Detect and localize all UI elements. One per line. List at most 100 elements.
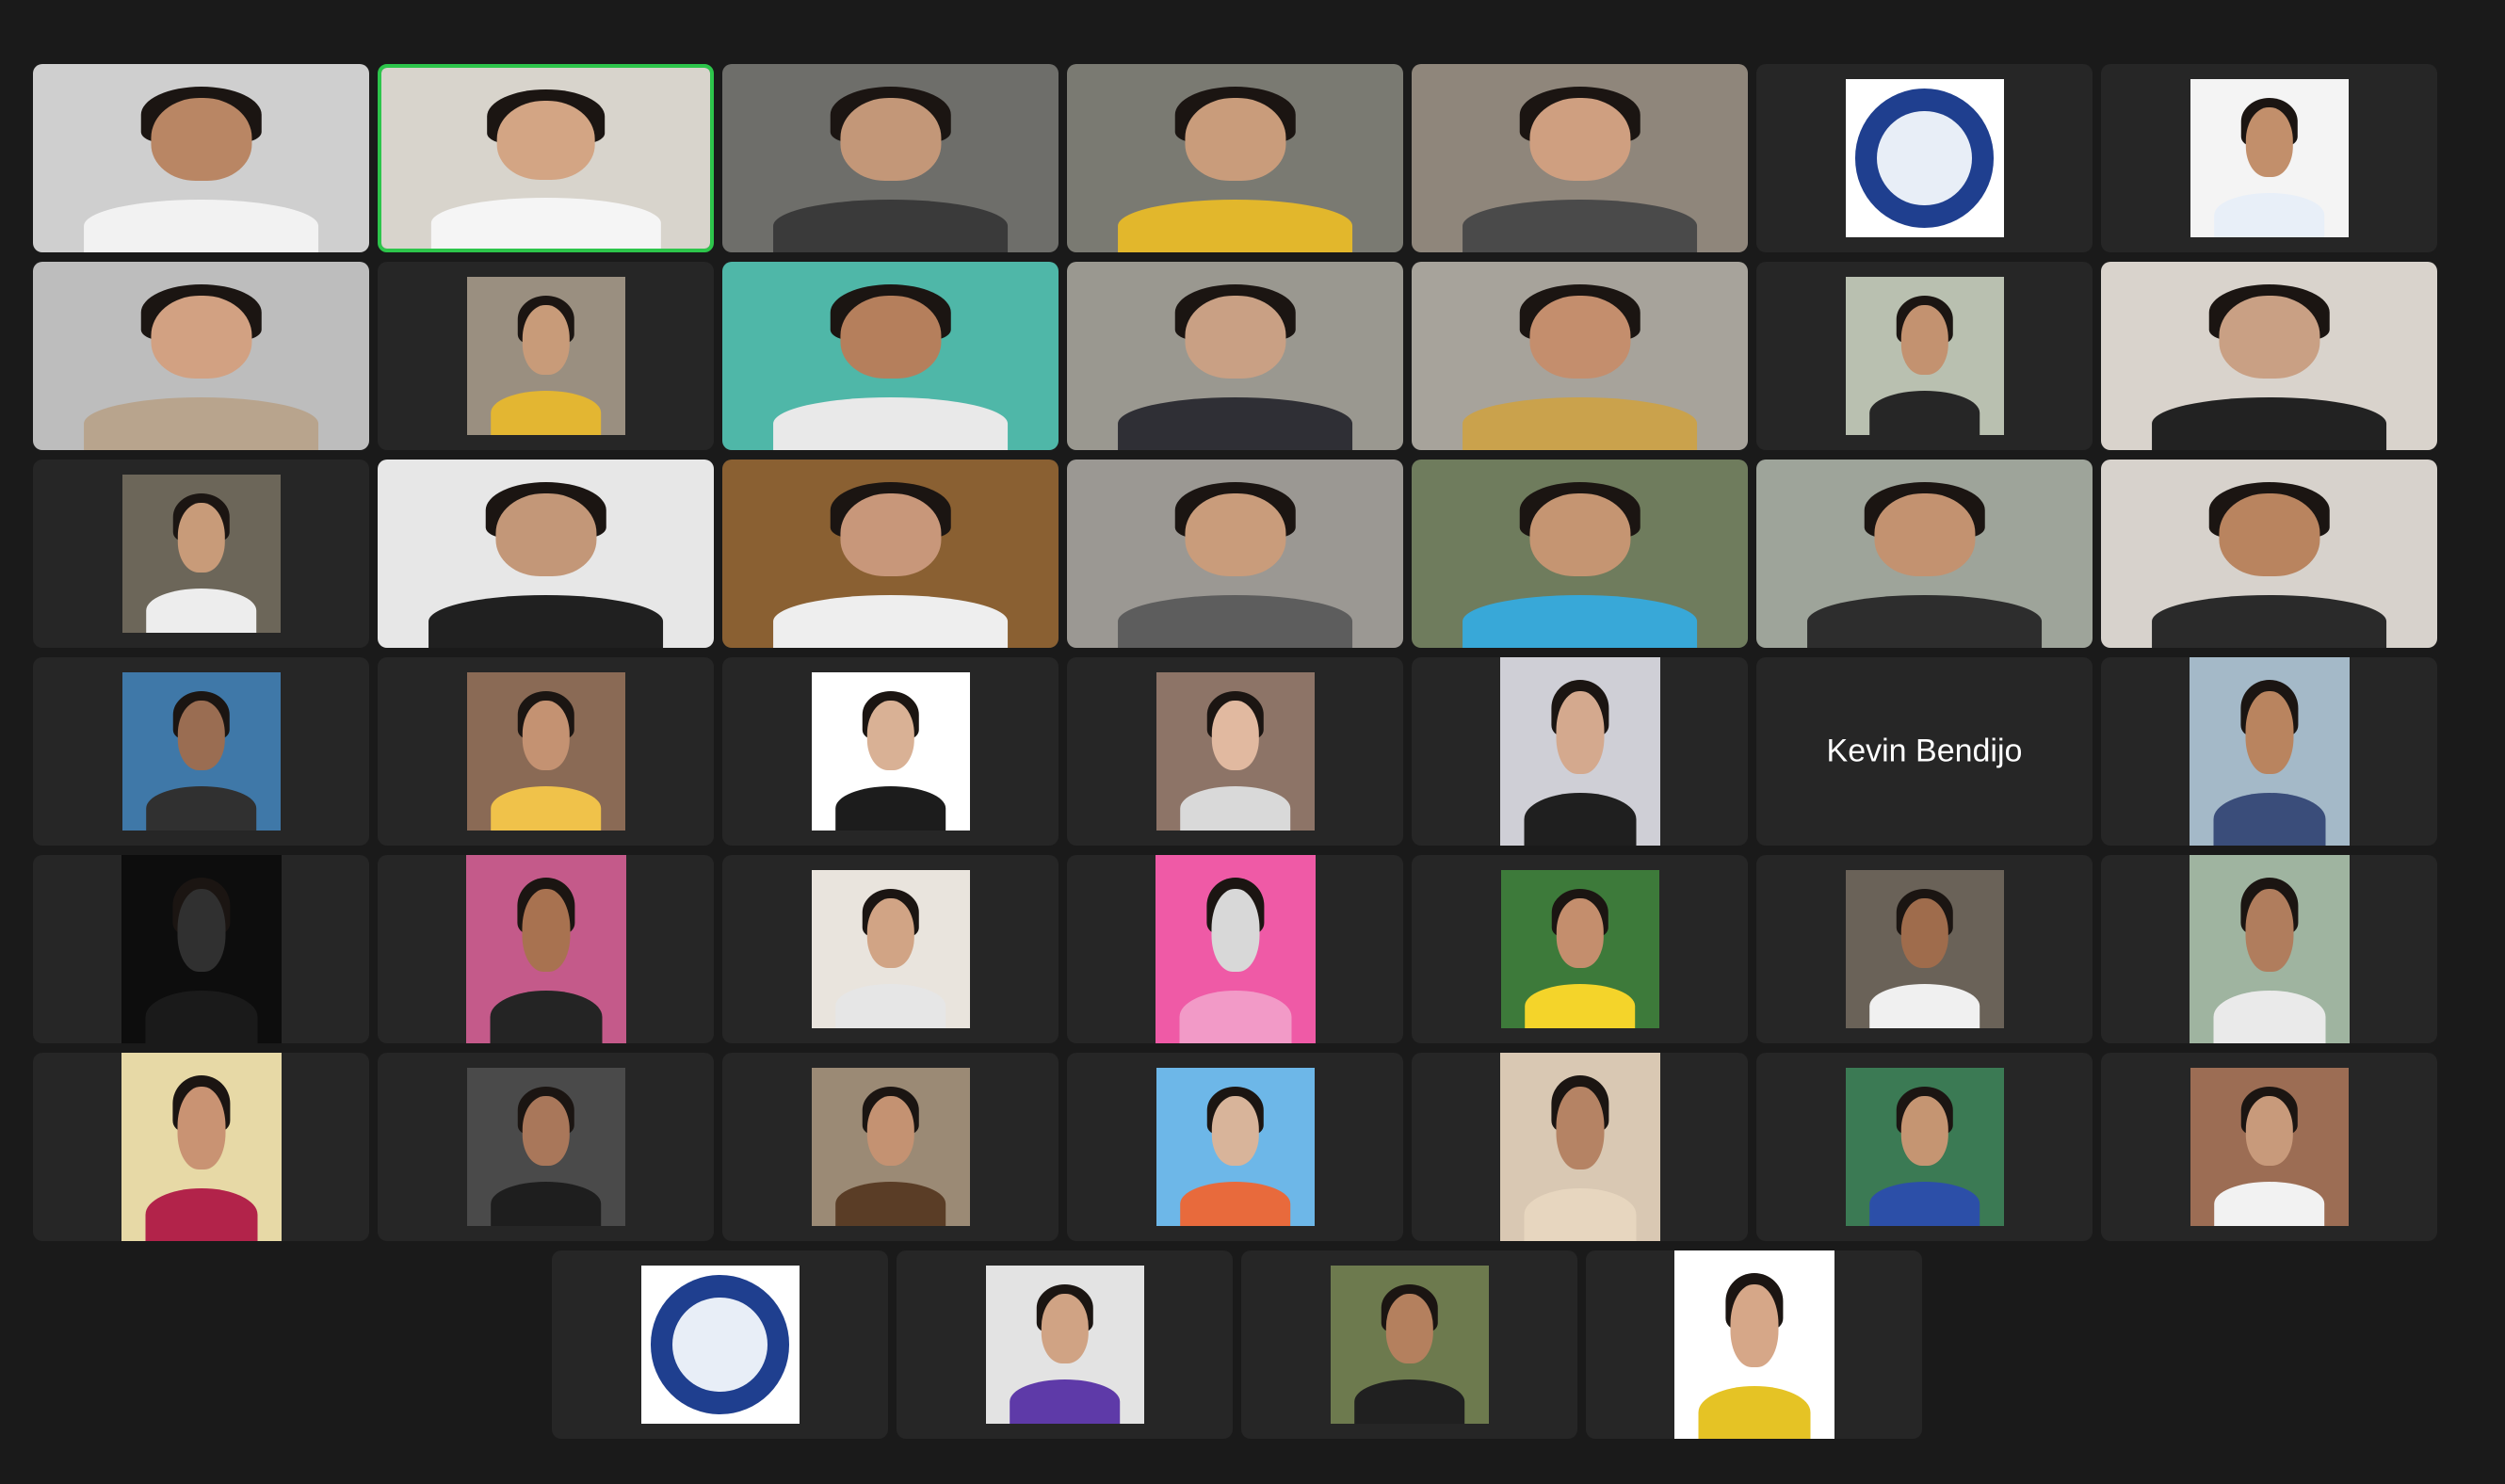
person-shoulders: [83, 397, 319, 450]
participant-tile[interactable]: [2101, 262, 2437, 450]
person-face: [1556, 691, 1604, 774]
person-shoulders: [1179, 1181, 1291, 1226]
participant-tile[interactable]: [2101, 855, 2437, 1043]
participant-tile[interactable]: Kevin Bendijo: [1756, 657, 2093, 846]
participant-tile[interactable]: [722, 855, 1059, 1043]
person-face: [1900, 305, 1948, 376]
participant-video: [1067, 64, 1403, 252]
participant-photo: [1673, 1250, 1834, 1439]
person-face: [1873, 493, 1976, 576]
person-shoulders: [1179, 991, 1291, 1043]
participant-tile[interactable]: [1756, 1053, 2093, 1241]
participant-photo: [1156, 672, 1315, 831]
participant-tile[interactable]: [1412, 1053, 1748, 1241]
person-shoulders: [1524, 1188, 1636, 1241]
participant-tile[interactable]: [2101, 1053, 2437, 1241]
participant-photo: [121, 1053, 282, 1241]
participant-photo: [2189, 855, 2350, 1043]
person-face: [1211, 701, 1259, 771]
participant-tile[interactable]: [33, 657, 369, 846]
person-face: [1528, 296, 1631, 379]
person-face: [2245, 691, 2293, 774]
participant-photo: [985, 1266, 1144, 1424]
person-shoulders: [834, 983, 946, 1028]
person-face: [1385, 1294, 1433, 1364]
participant-video: [33, 64, 369, 252]
participant-photo: [121, 475, 281, 633]
participant-tile[interactable]: [1067, 855, 1403, 1043]
participant-tile[interactable]: [378, 855, 714, 1043]
participant-tile[interactable]: [1067, 657, 1403, 846]
person-face: [839, 296, 942, 379]
person-face: [177, 1087, 225, 1169]
person-face: [522, 701, 570, 771]
participant-video: [1412, 262, 1748, 450]
person-shoulders: [772, 200, 1009, 252]
participant-video: [2101, 262, 2437, 450]
participant-tile[interactable]: [897, 1250, 1233, 1439]
participant-tile[interactable]: [1067, 1053, 1403, 1241]
participant-photo: [1156, 1068, 1315, 1226]
person-face: [866, 898, 914, 969]
participant-tile[interactable]: [1067, 262, 1403, 450]
person-shoulders: [1179, 785, 1291, 831]
person-shoulders: [1698, 1386, 1810, 1439]
participant-tile[interactable]: [378, 1053, 714, 1241]
participant-video: [1412, 460, 1748, 648]
participant-photo: [811, 870, 970, 1028]
person-shoulders: [2213, 1181, 2325, 1226]
participant-tile[interactable]: [2101, 64, 2437, 252]
participant-tile[interactable]: [552, 1250, 888, 1439]
person-face: [1184, 493, 1286, 576]
participant-video: [1412, 64, 1748, 252]
person-face: [177, 889, 225, 972]
person-face: [522, 305, 570, 376]
participant-tile[interactable]: [33, 1053, 369, 1241]
person-face: [839, 493, 942, 576]
person-face: [1556, 898, 1604, 969]
participant-tile[interactable]: [1586, 1250, 1922, 1439]
participant-tile[interactable]: [1241, 1250, 1577, 1439]
person-shoulders: [1462, 595, 1698, 648]
participant-tile[interactable]: [722, 657, 1059, 846]
participant-tile[interactable]: [722, 1053, 1059, 1241]
participant-photo: [121, 855, 282, 1043]
participant-tile[interactable]: [1756, 262, 2093, 450]
participant-tile[interactable]: [33, 855, 369, 1043]
participant-tile[interactable]: [378, 657, 714, 846]
participant-tile[interactable]: [722, 262, 1059, 450]
participant-tile[interactable]: [1412, 64, 1748, 252]
participant-video: [33, 262, 369, 450]
participant-tile[interactable]: [1756, 855, 2093, 1043]
person-shoulders: [1806, 595, 2043, 648]
participant-tile[interactable]: [2101, 657, 2437, 846]
participant-tile[interactable]: [33, 460, 369, 648]
participant-tile[interactable]: [722, 64, 1059, 252]
person-shoulders: [1868, 983, 1980, 1028]
person-face: [496, 100, 595, 181]
participant-tile[interactable]: [378, 64, 714, 252]
participant-photo: [1845, 1068, 2004, 1226]
participant-tile[interactable]: [1756, 64, 2093, 252]
participant-tile[interactable]: [1412, 262, 1748, 450]
person-face: [1900, 898, 1948, 969]
person-face: [2245, 889, 2293, 972]
participant-tile[interactable]: [1067, 64, 1403, 252]
participant-tile[interactable]: [1412, 657, 1748, 846]
person-shoulders: [1117, 595, 1353, 648]
person-face: [1528, 98, 1631, 181]
participant-tile[interactable]: [1412, 855, 1748, 1043]
participant-tile[interactable]: [378, 460, 714, 648]
participant-tile[interactable]: [1067, 460, 1403, 648]
participant-tile[interactable]: [1412, 460, 1748, 648]
participant-tile[interactable]: [2101, 460, 2437, 648]
person-shoulders: [1462, 200, 1698, 252]
participant-tile[interactable]: [722, 460, 1059, 648]
participant-tile[interactable]: [33, 262, 369, 450]
participant-tile[interactable]: [33, 64, 369, 252]
participant-tile[interactable]: [1756, 460, 2093, 648]
person-face: [1211, 1096, 1259, 1167]
participant-video: [1067, 460, 1403, 648]
person-face: [177, 701, 225, 771]
participant-tile[interactable]: [378, 262, 714, 450]
